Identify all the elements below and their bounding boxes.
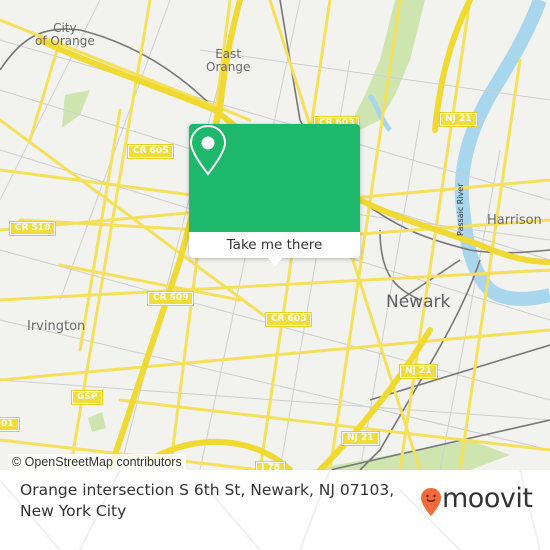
- footer: Orange intersection S 6th St, Newark, NJ…: [0, 470, 550, 550]
- road-shield-i78: I 78: [254, 461, 287, 470]
- road-shield-nj21-top: NJ 21: [439, 112, 478, 127]
- place-line: Orange: [206, 60, 251, 74]
- road-shield-cr603: CR 603: [264, 312, 313, 327]
- road-shield-nj21-mid: NJ 21: [399, 364, 438, 379]
- place-label-harrison: Harrison: [487, 213, 542, 228]
- road-shield-nj21-low: NJ 21: [341, 431, 380, 446]
- place-label-irvington: Irvington: [27, 319, 86, 334]
- location-popup: Take me there: [189, 124, 360, 266]
- road-shield-cr509: CR 509: [146, 291, 195, 306]
- road-shield-partial: 01: [0, 417, 20, 432]
- popup-header: [189, 124, 360, 232]
- road-shield-cr605: CR 605: [126, 144, 175, 159]
- road-shield-gsp: GSP: [70, 390, 104, 405]
- map-pin-icon: [189, 124, 227, 176]
- map[interactable]: City of Orange East Orange Irvington New…: [0, 0, 550, 470]
- place-label-newark: Newark: [386, 292, 451, 312]
- road-shield-cr510: CR 510: [8, 221, 57, 236]
- place-line: of Orange: [35, 34, 95, 48]
- take-me-there-button[interactable]: Take me there: [189, 232, 360, 258]
- location-address: Orange intersection S 6th St, Newark, NJ…: [20, 481, 395, 520]
- moovit-wordmark: moovit: [442, 483, 533, 514]
- map-attribution[interactable]: © OpenStreetMap contributors: [8, 454, 186, 470]
- popup-tail: [267, 257, 283, 266]
- place-label-east-orange: East Orange: [206, 48, 250, 74]
- moovit-pin-icon: [421, 488, 441, 516]
- river-label: Passaic River: [456, 183, 465, 237]
- place-label-city-of-orange: City of Orange: [35, 22, 95, 48]
